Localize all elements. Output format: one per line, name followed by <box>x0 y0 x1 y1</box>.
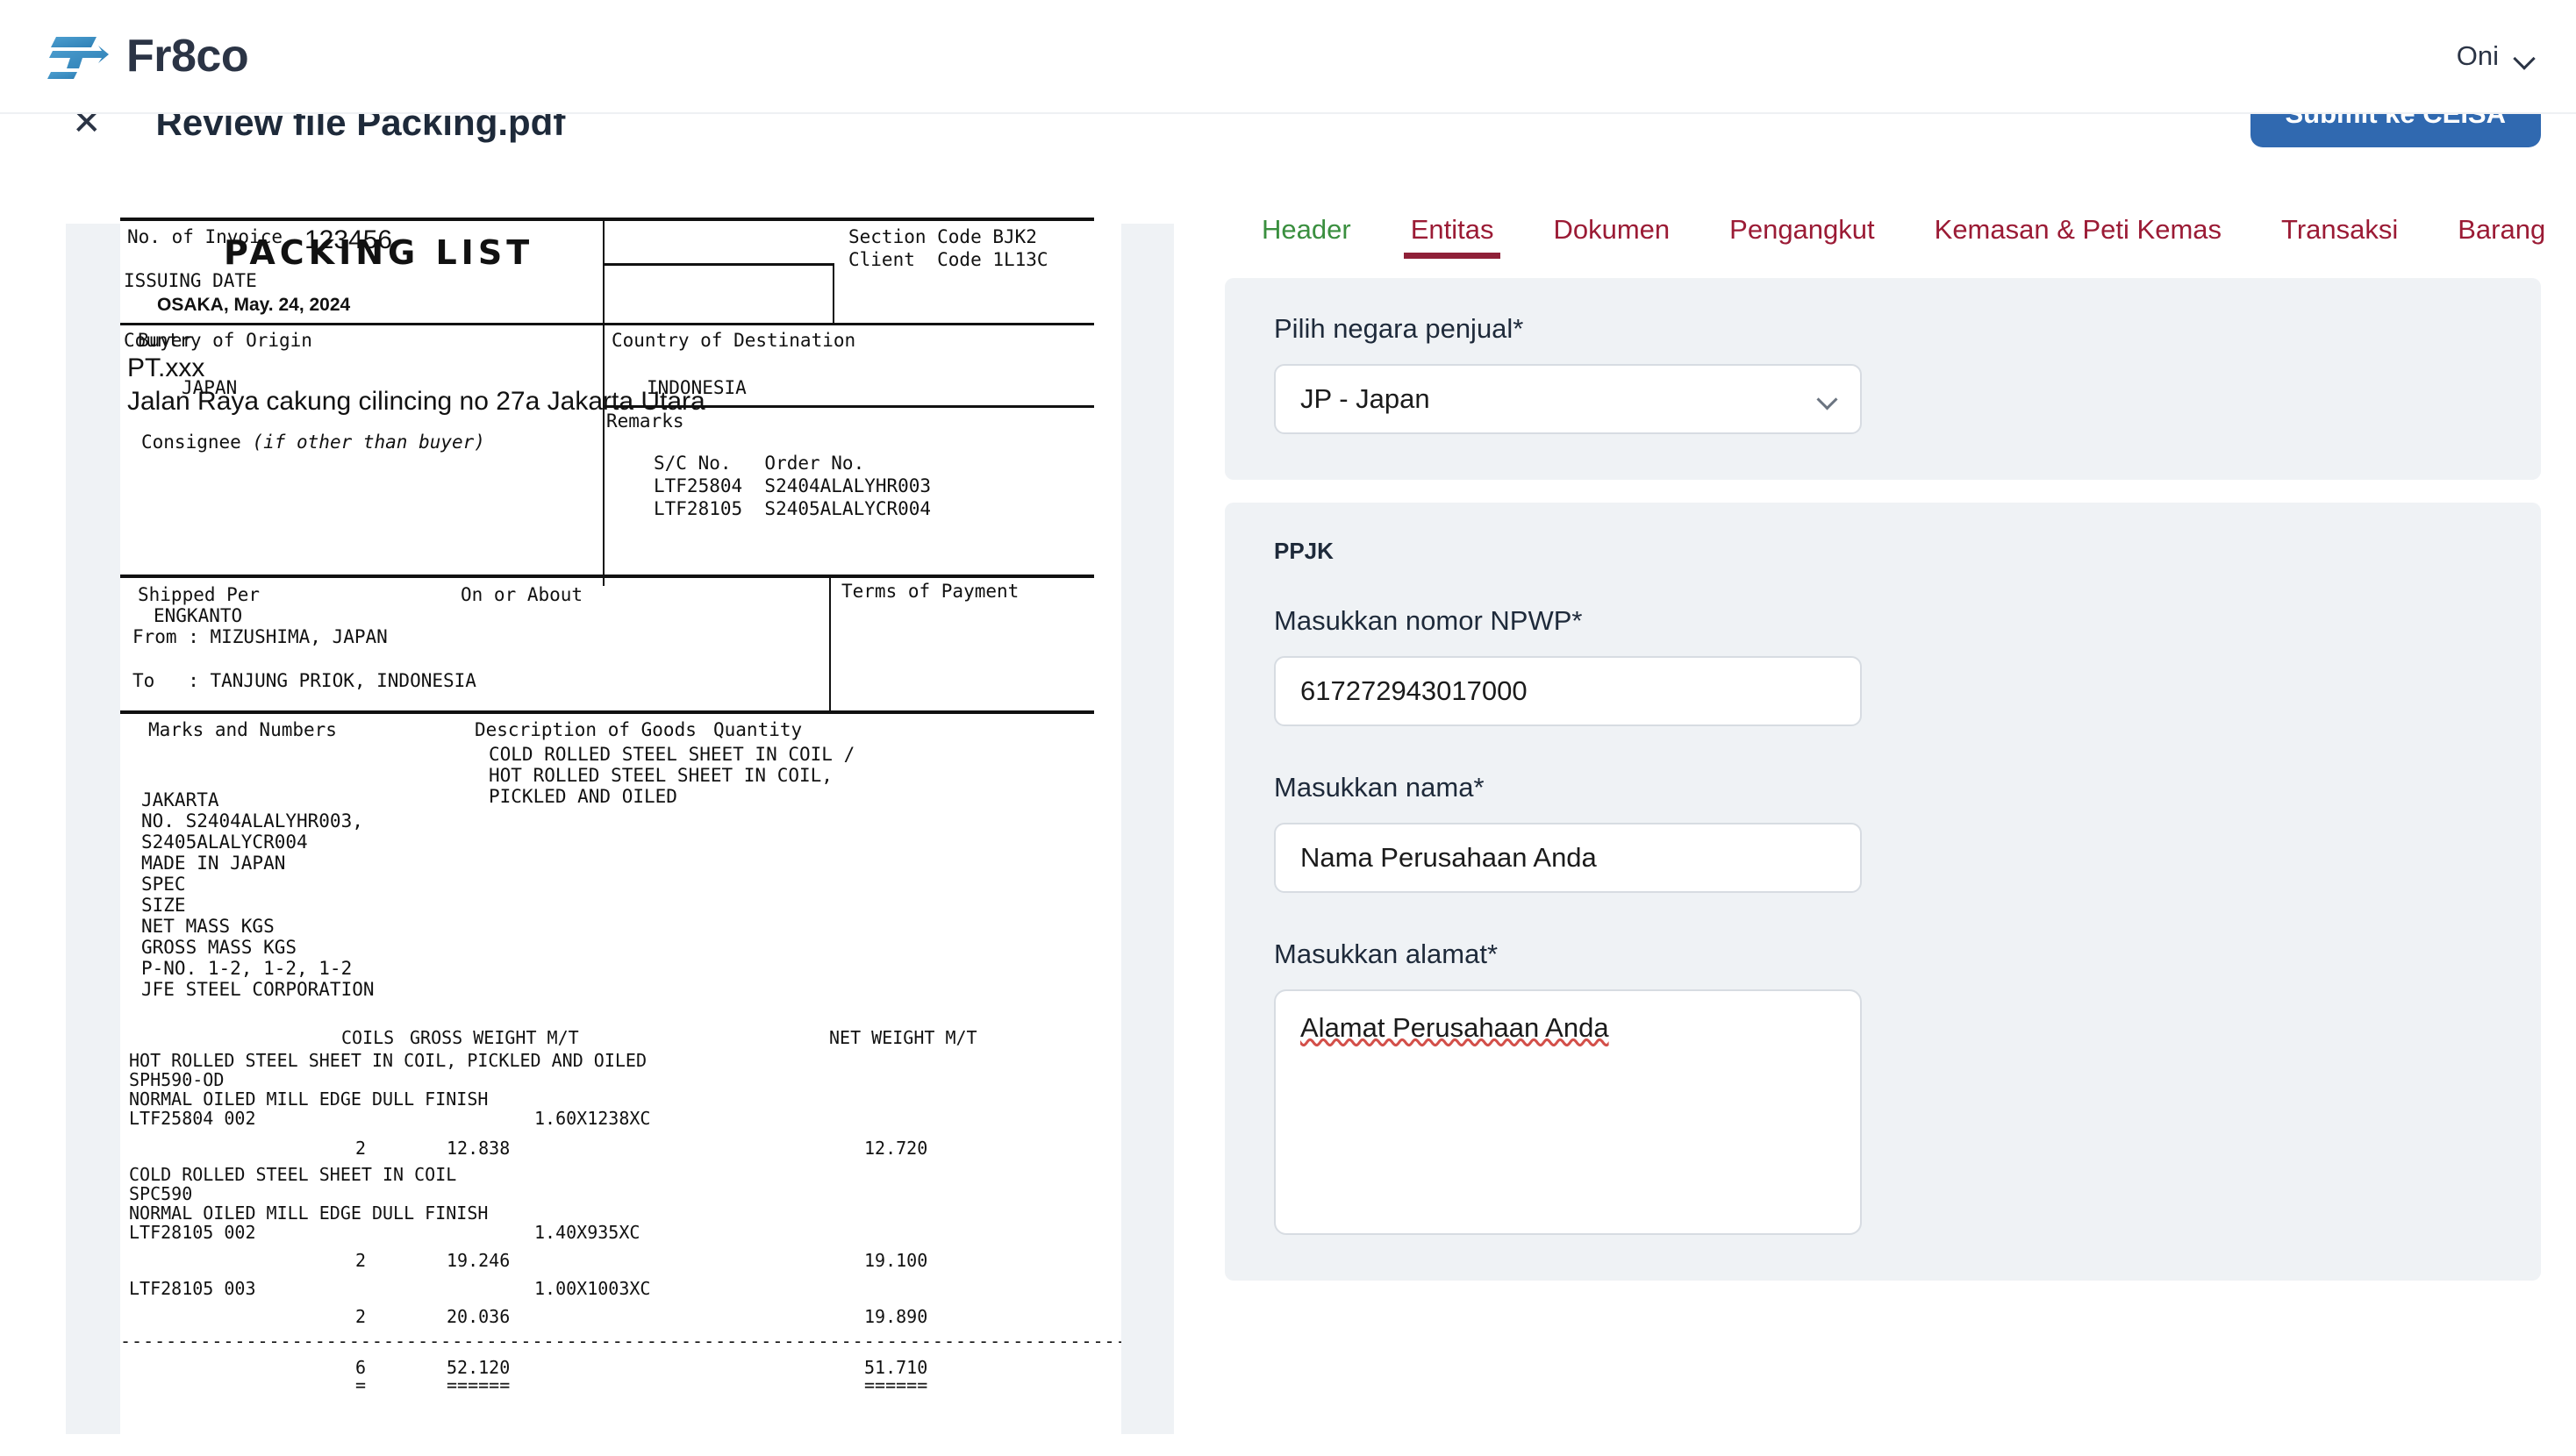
pdf-col-net: NET WEIGHT M/T <box>829 1027 977 1048</box>
page-title: Review file Packing.pdf <box>155 112 566 143</box>
tab-transaksi[interactable]: Transaksi <box>2251 175 2428 259</box>
pdf-on-or-about-label: On or About <box>461 584 583 605</box>
pdf-marks-label: Marks and Numbers <box>148 719 337 740</box>
pdf-marks-line-5: SIZE <box>141 895 186 916</box>
user-name: Oni <box>2456 40 2499 71</box>
pdf-section-code: Section Code BJK2 <box>848 226 1037 247</box>
pdf-marks-line-8: P-NO. 1-2, 1-2, 1-2 <box>141 958 353 979</box>
ppjk-alamat-label: Masukkan alamat* <box>1274 939 1499 969</box>
pdf-client-code: Client Code 1L13C <box>848 249 1048 270</box>
pdf-buyer-address: Jalan Raya cakung cilincing no 27a Jakar… <box>127 387 705 416</box>
pdf-marks-line-0: JAKARTA <box>141 789 219 810</box>
ppjk-alamat-textarea[interactable]: Alamat Perusahaan Anda <box>1274 989 1862 1235</box>
pdf-page-packing-list: PACKING LIST No. of Invoice 123456 ISSUI… <box>120 175 1121 1399</box>
pdf-marks-line-7: GROSS MASS KGS <box>141 937 297 958</box>
pdf-remarks-head: S/C No. Order No. <box>654 453 865 474</box>
pdf-shipped-per-label: Shipped Per <box>138 584 261 605</box>
pdf-to-line: To : TANJUNG PRIOK, INDONESIA <box>132 670 476 691</box>
pdf-from-line: From : MIZUSHIMA, JAPAN <box>132 626 388 647</box>
ppjk-card: PPJK Masukkan nomor NPWP* 61727294301700… <box>1225 503 2541 1281</box>
item-0-net: 12.720 <box>864 1138 928 1159</box>
pdf-remarks-line-2: LTF28105 S2405ALALYCR004 <box>654 498 932 519</box>
tab-barang[interactable]: Barang <box>2428 175 2575 259</box>
pdf-marks-line-2: S2405ALALYCR004 <box>141 831 308 853</box>
seller-country-select[interactable]: JP - Japan <box>1274 364 1862 434</box>
tab-kemasan-peti-kemas[interactable]: Kemasan & Peti Kemas <box>1905 175 2251 259</box>
pdf-marks-line-3: MADE IN JAPAN <box>141 853 286 874</box>
seller-country-select-wrap: JP - Japan <box>1274 364 1862 434</box>
form-tabs[interactable]: Header Entitas Dokumen Pengangkut Kemasa… <box>1214 175 2576 259</box>
item-1-order: LTF28105 002 <box>129 1222 256 1243</box>
ppjk-nama-input[interactable]: Nama Perusahaan Anda <box>1274 823 1862 893</box>
brand-name: Fr8co <box>126 31 249 82</box>
item-1-gross: 19.246 <box>447 1250 511 1271</box>
pdf-gutter-right <box>1121 224 1174 1434</box>
ppjk-section-title: PPJK <box>1274 538 1334 564</box>
pdf-invoice-label: No. of Invoice <box>127 226 283 247</box>
item-0-gross: 12.838 <box>447 1138 511 1159</box>
item-0-order: LTF25804 002 <box>129 1108 256 1129</box>
pdf-consignee-label: Consignee (if other than buyer) <box>141 432 485 453</box>
pdf-quantity-label: Quantity <box>713 719 803 740</box>
pdf-description-label: Description of Goods <box>475 719 697 740</box>
item-1-size: 1.40X935XC <box>534 1222 640 1243</box>
ppjk-alamat-value: Alamat Perusahaan Anda <box>1300 1012 1609 1043</box>
pdf-terms-of-payment-label: Terms of Payment <box>841 581 1020 602</box>
tab-entitas[interactable]: Entitas <box>1381 175 1524 259</box>
pdf-remarks-line-1: LTF25804 S2404ALALYHR003 <box>654 475 932 496</box>
pdf-consignee-note: (if other than buyer) <box>252 432 485 453</box>
pdf-desc-line-1: COLD ROLLED STEEL SHEET IN COIL / <box>489 744 855 765</box>
item-0-coils: 2 <box>355 1138 367 1159</box>
pdf-buyer-label: Buyer <box>138 330 194 351</box>
item-2-size: 1.00X1003XC <box>534 1278 651 1299</box>
tab-header[interactable]: Header <box>1232 175 1381 259</box>
item-2-coils: 2 <box>355 1306 367 1327</box>
pdf-marks-line-6: NET MASS KGS <box>141 916 275 937</box>
form-scroll-area[interactable]: Pilih negara penjual* JP - Japan PPJK Ma… <box>1225 259 2541 1456</box>
ppjk-nama-label: Masukkan nama* <box>1274 772 1485 803</box>
close-icon[interactable]: ✕ <box>72 114 102 140</box>
item-2-gross: 20.036 <box>447 1306 511 1327</box>
item-1-net: 19.100 <box>864 1250 928 1271</box>
pdf-shipped-per-value: ENGKANTO <box>154 605 243 626</box>
user-menu[interactable]: Oni <box>2457 40 2534 72</box>
pdf-buyer-name: PT.xxx <box>127 353 205 382</box>
pdf-col-gross: GROSS WEIGHT M/T <box>410 1027 579 1048</box>
seller-country-label: Pilih negara penjual* <box>1274 313 1524 344</box>
item-2-order: LTF28105 003 <box>129 1278 256 1299</box>
pdf-issuing-date-value: OSAKA, May. 24, 2024 <box>157 295 351 315</box>
pdf-marks-line-1: NO. S2404ALALYHR003, <box>141 810 363 831</box>
submit-to-ceisa-button[interactable]: Submit ke CEISA <box>2250 114 2541 147</box>
item-0-size: 1.60X1238XC <box>534 1108 651 1129</box>
tab-pengangkut[interactable]: Pengangkut <box>1699 175 1904 259</box>
pdf-desc-line-2: HOT ROLLED STEEL SHEET IN COIL, <box>489 765 833 786</box>
pdf-desc-line-3: PICKLED AND OILED <box>489 786 677 807</box>
ppjk-npwp-input[interactable]: 617272943017000 <box>1274 656 1862 726</box>
item-1-coils: 2 <box>355 1250 367 1271</box>
pdf-gutter-left <box>66 224 120 1434</box>
app-header: Fr8co Oni <box>0 0 2576 112</box>
seller-country-card: Pilih negara penjual* JP - Japan <box>1225 278 2541 480</box>
tab-dokumen[interactable]: Dokumen <box>1523 175 1699 259</box>
item-2-net: 19.890 <box>864 1306 928 1327</box>
fr8co-arrows-logo-icon <box>47 37 109 79</box>
chevron-down-icon <box>2515 51 2534 61</box>
pdf-marks-line-4: SPEC <box>141 874 186 895</box>
ppjk-npwp-label: Masukkan nomor NPWP* <box>1274 605 1583 636</box>
pdf-marks-line-9: JFE STEEL CORPORATION <box>141 979 375 1000</box>
pdf-col-coils: COILS <box>341 1027 395 1048</box>
pdf-issuing-date-label: ISSUING DATE <box>124 270 257 291</box>
brand-logo[interactable]: Fr8co <box>47 30 249 82</box>
pdf-viewer-pane[interactable]: PACKING LIST No. of Invoice 123456 ISSUI… <box>0 175 1214 1456</box>
pdf-invoice-number: 123456 <box>304 225 393 254</box>
pdf-country-dest-label: Country of Destination <box>612 330 856 351</box>
review-toolbar: ✕ Review file Packing.pdf Submit ke CEIS… <box>0 112 2576 163</box>
form-pane: Header Entitas Dokumen Pengangkut Kemasa… <box>1214 175 2576 1456</box>
